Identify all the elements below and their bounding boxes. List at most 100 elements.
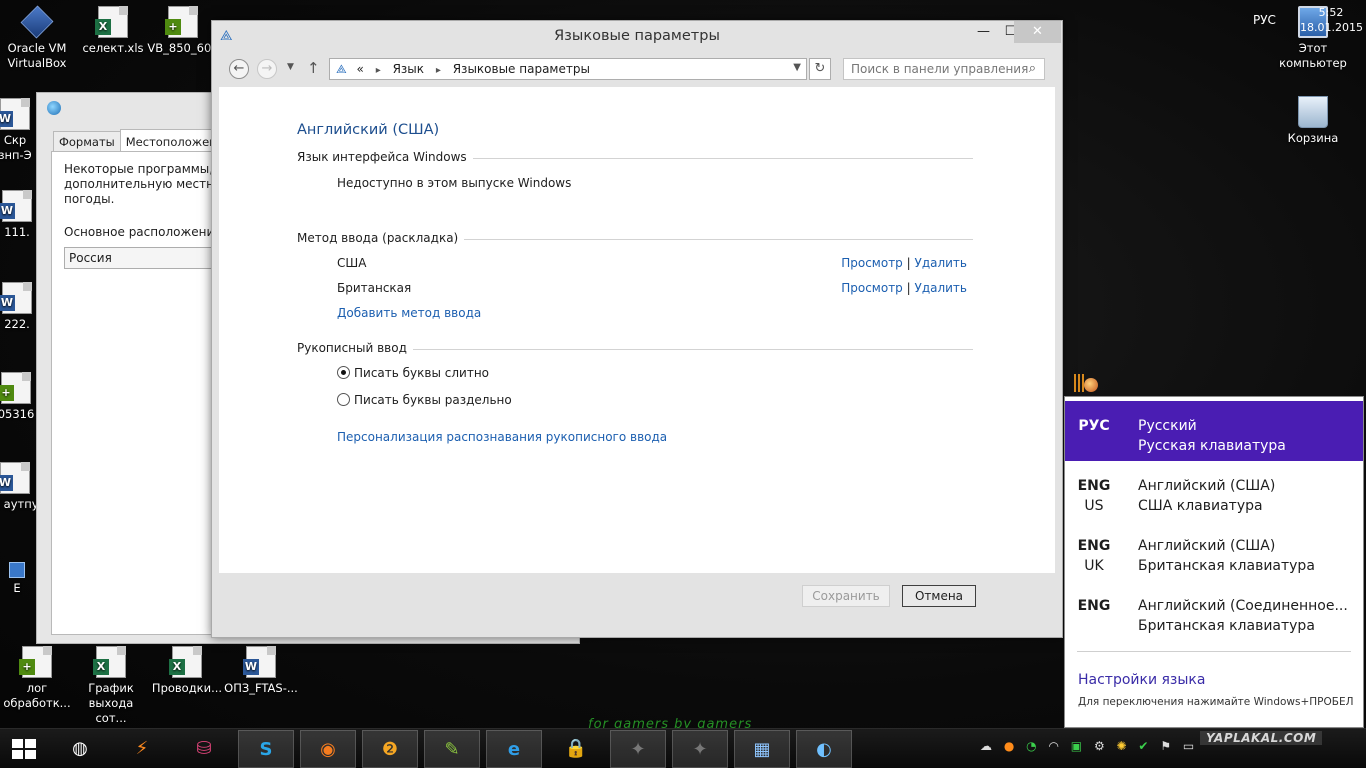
desktop-icon-opz[interactable]: W ОПЗ_FTAS-... xyxy=(224,646,298,696)
title-bar[interactable]: ⟁ Языковые параметры — ☐ ✕ xyxy=(212,21,1062,51)
notepad-file-icon: + xyxy=(165,6,198,38)
word-file-icon: W xyxy=(0,462,30,494)
taskbar-game-2[interactable]: ✦ xyxy=(672,730,728,768)
taskbar-language[interactable]: ◐ xyxy=(796,730,852,768)
taskbar-internet-explorer[interactable]: e xyxy=(486,730,542,768)
content-area: Английский (США) Язык интерфейса Windows… xyxy=(219,87,1055,573)
minimize-button[interactable]: — xyxy=(970,21,997,43)
flyout-item-ru[interactable]: РУС Русский Русская клавиатура xyxy=(1065,401,1363,461)
taskbar-winamp[interactable]: ⚡ xyxy=(114,730,170,768)
taskbar-database[interactable]: ⛁ xyxy=(176,730,232,768)
taskbar-control-panel[interactable]: ▦ xyxy=(734,730,790,768)
recent-locations-button[interactable]: ▼ xyxy=(287,62,294,72)
language-name: Английский (Соединенное... xyxy=(1138,598,1348,614)
breadcrumb-language[interactable]: Язык xyxy=(393,62,424,76)
desktop-icon-111[interactable]: W 111. xyxy=(0,190,40,240)
alert-icon[interactable]: ● xyxy=(1004,739,1014,753)
notepad-file-icon: + xyxy=(0,372,31,404)
desktop-icon-vb850[interactable]: + VB_850_600 xyxy=(146,6,220,56)
section-handwriting: Рукописный ввод xyxy=(297,341,973,355)
personalize-handwriting-link[interactable]: Персонализация распознавания рукописного… xyxy=(337,430,667,444)
language-settings-link[interactable]: Настройки языка xyxy=(1078,672,1205,688)
clock[interactable]: 5:52 18.01.2015 xyxy=(1300,5,1363,35)
up-button[interactable]: ↑ xyxy=(307,59,320,77)
desktop-icon-output[interactable]: W И аутпу xyxy=(0,462,40,512)
desktop-icon-05316[interactable]: + 05316 xyxy=(0,372,40,422)
notepad-file-icon: + xyxy=(19,646,52,678)
save-button[interactable]: Сохранить xyxy=(802,585,890,607)
taskbar-steam[interactable]: ◍ xyxy=(52,730,108,768)
firefox-icon: ◉ xyxy=(320,739,336,760)
tray-app-icon[interactable] xyxy=(1072,370,1102,394)
cloud-icon[interactable]: ☁ xyxy=(980,739,992,753)
desktop-icon-skr[interactable]: W Скр знп-Э xyxy=(0,98,40,163)
flyout-item-en-uk[interactable]: ENG UK Английский (США) Британская клави… xyxy=(1065,521,1363,581)
language-name: Английский (США) xyxy=(1138,478,1276,494)
control-panel-icon: ▦ xyxy=(753,739,771,760)
section-heading: Метод ввода (раскладка) xyxy=(297,231,465,245)
taskbar-firefox[interactable]: ◉ xyxy=(300,730,356,768)
remove-link-us[interactable]: Удалить xyxy=(915,256,968,270)
section-ui-language: Язык интерфейса Windows xyxy=(297,150,973,164)
install-icon: ❷ xyxy=(381,739,399,760)
search-placeholder: Поиск в панели управления xyxy=(851,62,1029,76)
arrow-left-icon: ← xyxy=(233,61,245,76)
remove-link-uk[interactable]: Удалить xyxy=(915,281,968,295)
tab-formats[interactable]: Форматы xyxy=(53,131,121,153)
flyout-item-en-gb[interactable]: ENG Английский (Соединенное... Британска… xyxy=(1065,581,1363,641)
desktop-icon-log[interactable]: + лог обработк... xyxy=(0,646,74,711)
breadcrumb-separator-icon: ▸ xyxy=(435,65,441,76)
add-input-method-link[interactable]: Добавить метод ввода xyxy=(337,306,481,320)
breadcrumb-overflow[interactable]: « xyxy=(357,62,364,76)
radio-cursive[interactable]: Писать буквы слитно xyxy=(337,366,489,380)
settings-icon[interactable]: ⚙ xyxy=(1094,739,1105,753)
desktop-icon-select-xls[interactable]: X селект.xls xyxy=(76,6,150,56)
language-code: ENG xyxy=(1065,596,1123,616)
tray-language-indicator[interactable]: РУС xyxy=(1253,13,1276,27)
desktop-icon-label: Oracle VM VirtualBox xyxy=(7,41,67,70)
input-method-uk-actions: Просмотр | Удалить xyxy=(841,281,967,295)
close-button[interactable]: ✕ xyxy=(1014,21,1061,43)
cancel-button[interactable]: Отмена xyxy=(902,585,976,607)
address-bar[interactable]: ⟁ « ▸ Язык ▸ Языковые параметры ▼ xyxy=(329,58,807,80)
word-file-icon: W xyxy=(0,190,32,222)
clock-date: 18.01.2015 xyxy=(1300,21,1363,34)
desktop-icon-schedule[interactable]: X График выхода сот... xyxy=(74,646,148,726)
taskbar-skype[interactable]: S xyxy=(238,730,294,768)
power-icon[interactable]: ▭ xyxy=(1183,739,1194,753)
back-button[interactable]: ← xyxy=(229,59,249,79)
taskbar-notepad-plus[interactable]: ✎ xyxy=(424,730,480,768)
forward-button[interactable]: → xyxy=(257,59,277,79)
taskbar-installer[interactable]: ❷ xyxy=(362,730,418,768)
taskbar-vpn[interactable]: 🔒 xyxy=(548,730,604,768)
vpn-icon: 🔒 xyxy=(564,738,588,759)
flyout-item-en-us[interactable]: ENG US Английский (США) США клавиатура xyxy=(1065,461,1363,521)
breadcrumb-language-options[interactable]: Языковые параметры xyxy=(453,62,590,76)
input-method-us-actions: Просмотр | Удалить xyxy=(841,256,967,270)
taskbar-game-1[interactable]: ✦ xyxy=(610,730,666,768)
chevron-down-icon[interactable]: ▼ xyxy=(793,62,801,73)
word-file-icon: W xyxy=(0,98,30,130)
preview-link-uk[interactable]: Просмотр xyxy=(841,281,903,295)
security-icon[interactable]: ▣ xyxy=(1071,739,1082,753)
network-icon[interactable]: ◔ xyxy=(1026,739,1036,753)
search-icon: ⌕ xyxy=(1028,61,1036,76)
desktop-icon-recycle-bin[interactable]: Корзина xyxy=(1276,96,1350,146)
start-button[interactable] xyxy=(12,739,36,759)
language-name: Английский (США) xyxy=(1138,538,1276,554)
search-input[interactable]: Поиск в панели управления ⌕ xyxy=(843,58,1045,80)
desktop-icon-postings[interactable]: X Проводки... xyxy=(150,646,224,696)
rainbow-icon[interactable]: ✺ xyxy=(1117,739,1127,753)
radio-separate[interactable]: Писать буквы раздельно xyxy=(337,393,512,407)
desktop-icon-e[interactable]: Е xyxy=(0,562,40,596)
refresh-button[interactable]: ↻ xyxy=(809,58,831,80)
check-icon[interactable]: ✔ xyxy=(1138,739,1148,753)
switch-hint: Для переключения нажимайте Windows+ПРОБЕ… xyxy=(1078,696,1354,708)
desktop-icon-label: селект.xls xyxy=(82,41,144,55)
language-names: Русский Русская клавиатура xyxy=(1138,416,1286,456)
preview-link-us[interactable]: Просмотр xyxy=(841,256,903,270)
desktop-icon-virtualbox[interactable]: Oracle VM VirtualBox xyxy=(0,5,74,71)
wifi-icon[interactable]: ◠ xyxy=(1048,739,1058,753)
desktop-icon-222[interactable]: W 222. xyxy=(0,282,40,332)
flag-icon[interactable]: ⚑ xyxy=(1160,739,1171,753)
